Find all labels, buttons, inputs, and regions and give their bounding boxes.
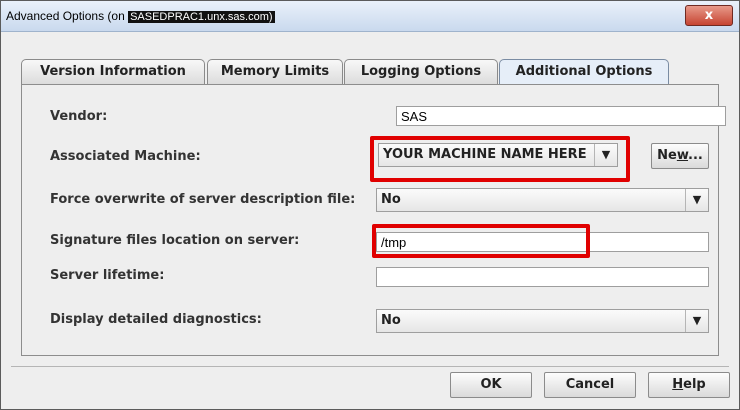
vendor-field[interactable]: SAS [396, 106, 726, 126]
tab-memory-limits[interactable]: Memory Limits [207, 59, 343, 84]
diagnostics-select[interactable]: No ▼ [376, 309, 709, 333]
help-button[interactable]: Help [648, 372, 730, 398]
associated-machine-value: YOUR MACHINE NAME HERE [383, 147, 587, 162]
title-bar: Advanced Options (on SASEDPRAC1.unx.sas.… [1, 1, 739, 32]
server-lifetime-label: Server lifetime: [50, 268, 165, 283]
window-title: Advanced Options (on SASEDPRAC1.unx.sas.… [6, 9, 275, 23]
cancel-button[interactable]: Cancel [544, 372, 636, 398]
force-overwrite-label: Force overwrite of server description fi… [50, 192, 356, 207]
advanced-options-dialog: Advanced Options (on SASEDPRAC1.unx.sas.… [0, 0, 740, 410]
window-title-text: Advanced Options (on [6, 9, 129, 23]
tab-additional-options[interactable]: Additional Options [499, 59, 669, 85]
footer-divider [11, 366, 729, 367]
chevron-down-icon: ▼ [685, 310, 708, 332]
redacted-server-name: SASEDPRAC1.unx.sas.com) [128, 11, 275, 23]
force-overwrite-value: No [381, 192, 401, 207]
diagnostics-label: Display detailed diagnostics: [50, 312, 262, 327]
vendor-label: Vendor: [50, 109, 108, 124]
associated-machine-label: Associated Machine: [50, 149, 201, 164]
server-lifetime-field[interactable] [376, 267, 709, 287]
diagnostics-value: No [381, 313, 401, 328]
new-machine-button[interactable]: New... [651, 143, 709, 169]
ok-button[interactable]: OK [450, 372, 532, 398]
additional-options-panel: Vendor: SAS Associated Machine: YOUR MAC… [21, 84, 726, 356]
chevron-down-icon: ▼ [685, 189, 708, 211]
signature-location-label: Signature files location on server: [50, 233, 300, 248]
tab-version-information[interactable]: Version Information [21, 59, 205, 84]
close-button[interactable]: x [685, 5, 733, 26]
signature-location-field[interactable]: /tmp [376, 232, 709, 252]
close-icon: x [704, 8, 714, 23]
chevron-down-icon: ▼ [594, 144, 617, 166]
force-overwrite-select[interactable]: No ▼ [376, 188, 709, 212]
associated-machine-select[interactable]: YOUR MACHINE NAME HERE ▼ [378, 143, 618, 167]
tab-logging-options[interactable]: Logging Options [344, 59, 498, 84]
